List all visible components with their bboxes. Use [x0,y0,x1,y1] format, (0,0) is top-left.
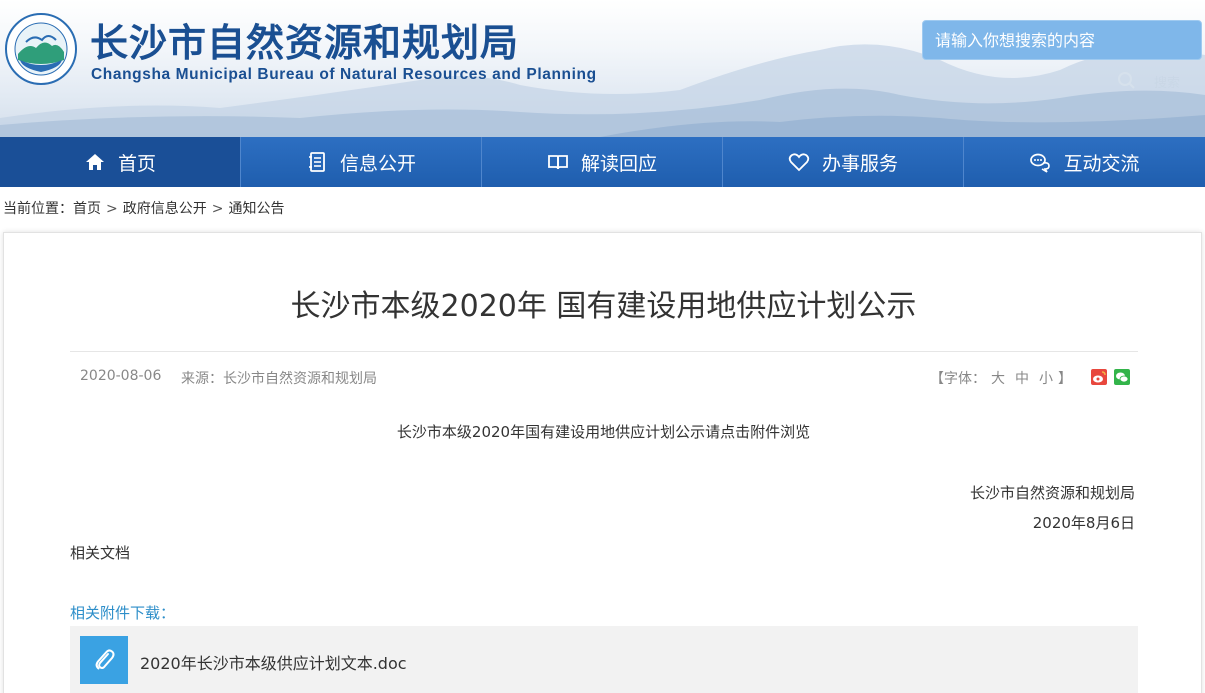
home-icon [85,154,104,170]
paperclip-icon [95,649,115,670]
main-nav: 首页 信息公开 解读回应 办事服务 互动交流 [0,137,1205,187]
attachment-item[interactable]: 2020年长沙市本级供应计划文本.doc [70,626,1138,693]
breadcrumb-separator: > [211,201,224,217]
weibo-share-icon[interactable] [1091,369,1107,385]
signature-date: 2020年8月6日 [1032,514,1135,532]
wechat-share-icon[interactable] [1114,369,1130,385]
nav-item-label: 信息公开 [339,152,416,175]
breadcrumb: 当前位置：首页 > 政府信息公开 > 通知公告 [3,198,284,218]
chat-bubbles-icon [1030,153,1051,173]
site-header: 长沙市自然资源和规划局 Changsha Municipal Bureau of… [0,0,1205,137]
site-title[interactable]: 长沙市自然资源和规划局 [90,12,519,67]
search-icon[interactable] [1116,70,1140,90]
breadcrumb-prefix: 当前位置： [3,201,73,217]
attachment-name[interactable]: 2020年长沙市本级供应计划文本.doc [140,650,407,674]
nav-item-label: 互动交流 [1063,152,1140,175]
nav-item-home[interactable]: 首页 [0,137,241,187]
signature-organization: 长沙市自然资源和规划局 [969,484,1135,502]
bureau-logo [5,13,77,85]
nav-item-label: 办事服务 [821,152,898,175]
article-source: 来源：长沙市自然资源和规划局 [181,371,377,387]
font-size-open: 【字体： [930,371,986,387]
open-book-icon [548,155,568,170]
article-body: 长沙市本级2020年国有建设用地供应计划公示请点击附件浏览 [396,423,811,441]
font-size-small[interactable]: 小 [1039,371,1053,387]
article-title: 长沙市本级2020年 国有建设用地供应计划公示 [290,289,917,324]
breadcrumb-gov-info[interactable]: 政府信息公开 [123,201,207,217]
breadcrumb-home[interactable]: 首页 [73,201,101,217]
breadcrumb-separator: > [106,201,118,217]
attachment-icon-box [80,636,128,684]
nav-item-info-disclosure[interactable]: 信息公开 [241,137,482,187]
publish-date: 2020-08-06 [80,368,162,384]
nav-item-label: 首页 [117,152,156,175]
article-panel: 长沙市本级2020年 国有建设用地供应计划公示 2020-08-06 来源：长沙… [3,232,1202,693]
attachments-title: 相关附件下载： [70,604,176,622]
font-size-close: 】 [1058,371,1072,387]
title-divider [70,351,1138,352]
heart-icon [788,153,810,172]
site-subtitle: Changsha Municipal Bureau of Natural Res… [91,66,597,83]
nav-item-interpretation[interactable]: 解读回应 [482,137,723,187]
font-size-medium[interactable]: 中 [1015,371,1029,387]
font-size-large[interactable]: 大 [991,371,1005,387]
nav-item-label: 解读回应 [580,152,657,175]
search-input[interactable] [922,20,1202,60]
font-size-control: 【字体： 大中小】 [930,368,1072,388]
document-list-icon [308,152,325,172]
nav-item-services[interactable]: 办事服务 [723,137,964,187]
related-docs-label: 相关文档 [70,544,131,562]
nav-item-interaction[interactable]: 互动交流 [964,137,1205,187]
search-button[interactable]: 搜索 [1154,72,1180,91]
breadcrumb-notices[interactable]: 通知公告 [228,201,284,217]
